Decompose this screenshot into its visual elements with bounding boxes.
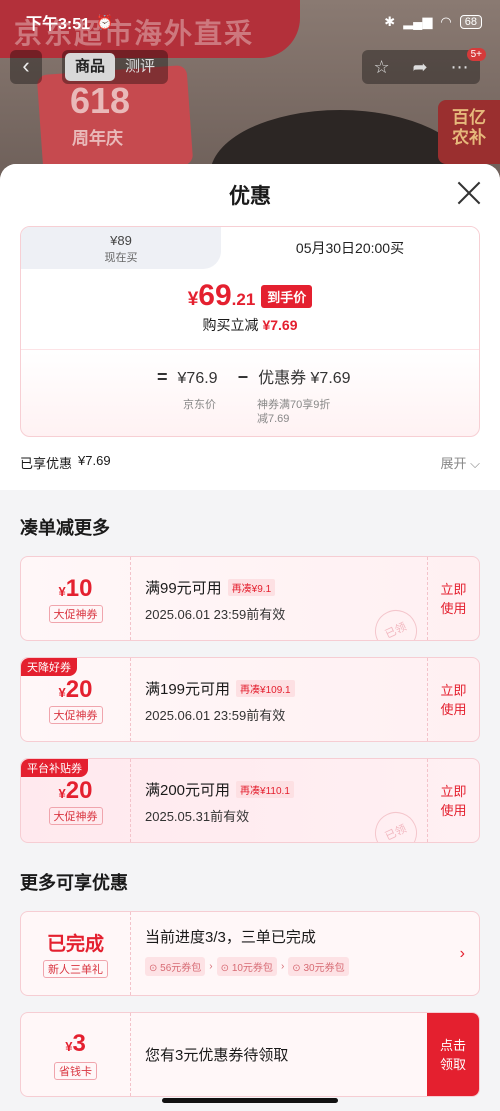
farm-subsidy-text: 百亿农补 bbox=[452, 108, 486, 147]
chevron-down-icon: ⌵ bbox=[470, 456, 480, 471]
coupon-ribbon: 平台补贴券 bbox=[21, 759, 88, 777]
status-time: 下午3:51 bbox=[26, 16, 91, 33]
coupon-amount: ¥20 bbox=[58, 675, 93, 703]
bluetooth-icon: ✱ bbox=[384, 14, 396, 29]
sheet-header: 优惠 bbox=[0, 164, 500, 226]
home-indicator[interactable] bbox=[162, 1098, 338, 1103]
status-bar: 下午3:51 ⏰ ✱ ▂▄▆ ◠ 68 bbox=[0, 0, 500, 44]
offer-tag: 新人三单礼 bbox=[43, 960, 108, 978]
more-icon[interactable]: ⋯ bbox=[451, 57, 469, 78]
sheet-title: 优惠 bbox=[229, 185, 271, 208]
now-price: ¥89 bbox=[110, 233, 132, 248]
top-nav: ‹ 商品 测评 ☆ ➦ ⋯ 5+ bbox=[10, 48, 490, 84]
offer-steps: ⊙ 56元券包 › ⊙ 10元券包 › ⊙ 30元券包 bbox=[145, 957, 432, 976]
tab-product[interactable]: 商品 bbox=[65, 53, 116, 81]
wifi-icon: ◠ bbox=[440, 14, 452, 29]
coupon-amount: ¥20 bbox=[58, 776, 93, 804]
coupon-amount: ¥10 bbox=[58, 574, 93, 602]
battery-icon: 68 bbox=[459, 15, 482, 29]
tab-buy-now[interactable]: ¥89 现在买 bbox=[21, 227, 221, 269]
coupon-type: 大促神券 bbox=[48, 806, 103, 825]
alarm-icon: ⏰ bbox=[96, 13, 114, 30]
final-price-block: ¥69.21 到手价 购买立减 ¥7.69 bbox=[21, 269, 479, 350]
close-icon[interactable] bbox=[456, 180, 482, 206]
tab-buy-later[interactable]: 05月30日20:00买 bbox=[221, 227, 479, 269]
back-button[interactable]: ‹ bbox=[10, 50, 42, 84]
offer-amount: ¥3 bbox=[65, 1029, 86, 1057]
claim-button[interactable]: 点击 领取 bbox=[427, 1013, 479, 1096]
jd-price-label: 京东价 bbox=[183, 399, 216, 411]
coupon-condition: 满99元可用 bbox=[145, 580, 222, 597]
coupon-condition: 满200元可用 bbox=[145, 782, 231, 799]
coupon-date: 2025.06.01 23:59前有效 bbox=[145, 607, 286, 622]
coupon-condition: 满199元可用 bbox=[145, 681, 231, 698]
coupon-label-1: 神券满70享9折 bbox=[257, 399, 331, 411]
expand-button[interactable]: 展开 ⌵ bbox=[441, 453, 481, 472]
final-price: ¥69.21 bbox=[187, 279, 256, 312]
saving-card-offer: ¥3 省钱卡 您有3元优惠券待领取 点击 领取 bbox=[20, 1012, 480, 1097]
use-now-button[interactable]: 立即 使用 bbox=[427, 759, 479, 842]
step-item: ⊙ 56元券包 bbox=[145, 957, 206, 976]
tab-review[interactable]: 测评 bbox=[115, 53, 165, 81]
final-price-tag: 到手价 bbox=[261, 284, 313, 308]
section-more-offers: 更多可享优惠 bbox=[20, 873, 128, 893]
offer-title: 当前进度3/3，三单已完成 bbox=[145, 929, 316, 946]
coupon-extra: 再凑¥110.1 bbox=[236, 781, 294, 798]
chevron-right-icon: › bbox=[459, 944, 465, 962]
sheet-top: 优惠 ¥89 现在买 05月30日20:00买 ¥69.21 到手价 购买立减 … bbox=[0, 164, 500, 490]
coupon-ribbon: 天降好券 bbox=[21, 658, 77, 676]
step-item: ⊙ 30元券包 bbox=[288, 957, 349, 976]
coupon-extra: 再凑¥9.1 bbox=[227, 579, 276, 596]
coupon-extra: 再凑¥109.1 bbox=[236, 680, 295, 697]
use-now-button[interactable]: 立即 使用 bbox=[427, 658, 479, 741]
promo-618-text: 618 bbox=[70, 80, 131, 121]
chevron-left-icon: ‹ bbox=[22, 53, 30, 78]
price-card: ¥89 现在买 05月30日20:00买 ¥69.21 到手价 购买立减 ¥7.6… bbox=[20, 226, 480, 437]
use-now-button[interactable]: 立即 使用 bbox=[427, 557, 479, 640]
newcomer-offer-card[interactable]: 已完成 新人三单礼 当前进度3/3，三单已完成 ⊙ 56元券包 › ⊙ 10元券… bbox=[20, 911, 480, 996]
coupon-date: 2025.06.01 23:59前有效 bbox=[145, 708, 286, 723]
chevron-right-icon: › bbox=[209, 961, 213, 972]
step-item: ⊙ 10元券包 bbox=[216, 957, 277, 976]
signal-icon: ▂▄▆ bbox=[403, 14, 433, 29]
coupon-amount: 优惠券 ¥7.69 bbox=[258, 370, 351, 387]
now-label: 现在买 bbox=[104, 252, 138, 264]
shared-discount-row: 已享优惠 ¥7.69 展开 ⌵ bbox=[20, 453, 481, 472]
jd-price: ¥76.9 bbox=[177, 370, 218, 387]
coupon-type: 大促神券 bbox=[48, 705, 103, 724]
share-icon[interactable]: ➦ bbox=[413, 57, 428, 78]
price-time-tabs: ¥89 现在买 05月30日20:00买 bbox=[21, 227, 479, 269]
chevron-right-icon: › bbox=[280, 961, 285, 972]
coupon-date: 2025.05.31前有效 bbox=[145, 809, 250, 824]
nav-tabs: 商品 测评 bbox=[62, 50, 169, 84]
message-badge: 5+ bbox=[466, 48, 486, 61]
coupon-card: ¥10 大促神券 满99元可用 再凑¥9.1 2025.06.01 23:59前有… bbox=[20, 556, 480, 641]
offer-tag: 省钱卡 bbox=[54, 1061, 97, 1080]
coupon-card: 平台补贴券 ¥20 大促神券 满200元可用 再凑¥110.1 2025.05.3… bbox=[20, 758, 480, 843]
coupon-card: 天降好券 ¥20 大促神券 满199元可用 再凑¥109.1 2025.06.01… bbox=[20, 657, 480, 742]
discount-sheet: 优惠 ¥89 现在买 05月30日20:00买 ¥69.21 到手价 购买立减 … bbox=[0, 164, 500, 1111]
offer-status: 已完成 bbox=[46, 934, 104, 955]
status-icons: ✱ ▂▄▆ ◠ 68 bbox=[384, 14, 482, 30]
coupon-type: 大促神券 bbox=[48, 604, 103, 623]
price-formula: = ¥76.9 − 优惠券 ¥7.69 京东价 神券满70享9折 减7.69 bbox=[21, 350, 479, 436]
buy-reduce: 购买立减 ¥7.69 bbox=[202, 317, 298, 333]
section-more-reduce: 凑单减更多 bbox=[20, 518, 110, 538]
promo-sub-text: 周年庆 bbox=[72, 129, 123, 148]
nav-actions: ☆ ➦ ⋯ 5+ bbox=[362, 48, 486, 84]
offer-title: 您有3元优惠券待领取 bbox=[145, 1047, 289, 1064]
coupon-label-2: 减7.69 bbox=[257, 413, 290, 425]
star-icon[interactable]: ☆ bbox=[373, 57, 389, 78]
